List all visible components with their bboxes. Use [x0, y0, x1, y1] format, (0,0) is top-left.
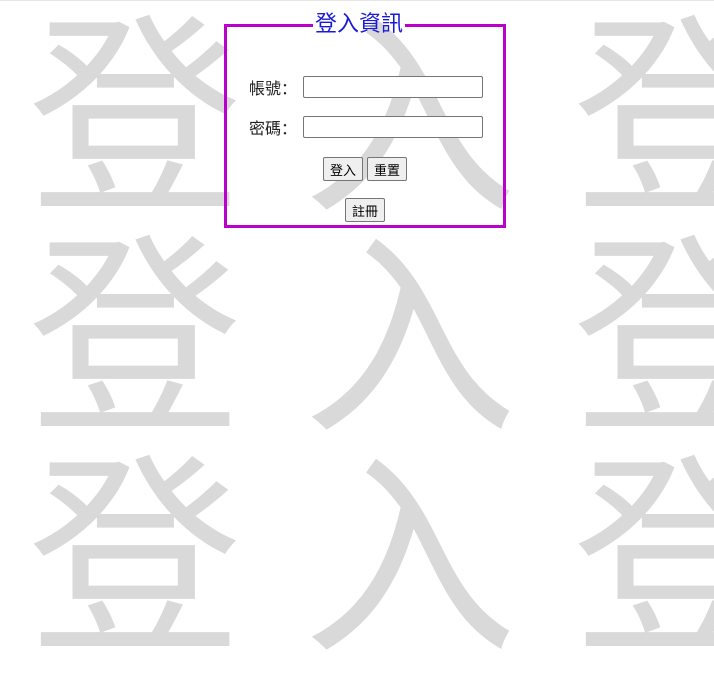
account-row: 帳號：	[249, 75, 483, 99]
login-fieldset: 登入資訊 帳號： 密碼： 登入 重置 註冊	[224, 13, 506, 228]
login-legend: 登入資訊	[315, 12, 404, 37]
reset-button[interactable]: 重置	[367, 157, 408, 181]
watermark-glyph: 入	[303, 216, 517, 465]
account-input[interactable]	[303, 76, 483, 98]
password-label: 密碼：	[249, 119, 298, 138]
watermark-glyph: 入	[303, 436, 517, 684]
watermark-glyph: 登	[545, 231, 714, 451]
login-button[interactable]: 登入	[322, 157, 363, 181]
password-row: 密碼：	[249, 115, 483, 139]
register-button[interactable]: 註冊	[344, 198, 385, 222]
watermark-glyph: 登	[545, 451, 714, 671]
watermark-glyph: 登	[28, 436, 242, 684]
register-row: 註冊	[227, 198, 503, 222]
login-form: 登入資訊 帳號： 密碼： 登入 重置 註冊	[224, 13, 506, 228]
login-page: 登 入 登 登 入 登 登 入 登 登入資訊 帳號： 密碼： 登入 重置 註冊	[0, 0, 714, 684]
password-input[interactable]	[303, 116, 483, 138]
action-buttons: 登入 重置	[227, 157, 503, 181]
account-label: 帳號：	[249, 79, 298, 98]
watermark-glyph: 登	[28, 216, 242, 465]
watermark-glyph: 登	[545, 11, 714, 231]
